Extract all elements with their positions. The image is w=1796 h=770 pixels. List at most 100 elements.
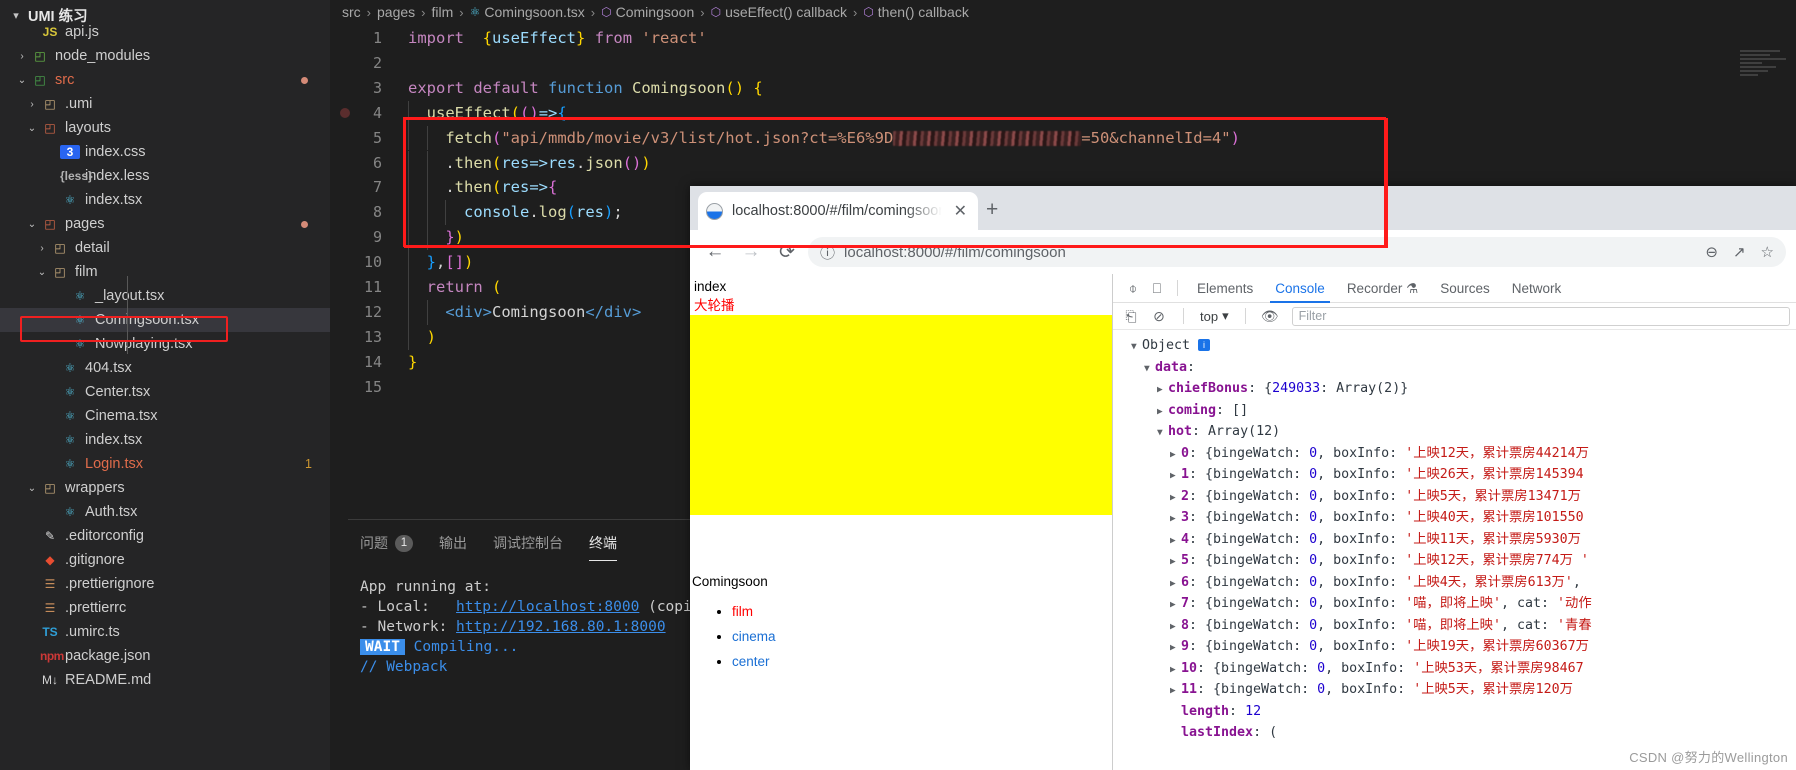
- console-row[interactable]: ▶ 8: {bingeWatch: 0, boxInfo: '喵，即将上映', c…: [1113, 615, 1796, 637]
- panel-tab-终端[interactable]: 终端: [589, 533, 617, 561]
- expand-collapse-down-icon[interactable]: ▼: [1144, 358, 1155, 380]
- console-row[interactable]: ▶ coming: []: [1113, 400, 1796, 422]
- breakpoint-dot[interactable]: [340, 108, 350, 118]
- console-row[interactable]: length: 12: [1113, 701, 1796, 723]
- bookmark-star-icon[interactable]: ☆: [1761, 243, 1774, 261]
- sidebar-item-cinema-tsx[interactable]: ⚛ Cinema.tsx: [0, 404, 330, 428]
- sidebar-item-404-tsx[interactable]: ⚛ 404.tsx: [0, 356, 330, 380]
- console-row[interactable]: ▶ 2: {bingeWatch: 0, boxInfo: '上映5天，累计票房1…: [1113, 486, 1796, 508]
- code-line[interactable]: <div>Comingsoon</div>: [408, 300, 641, 325]
- minimap[interactable]: [1734, 48, 1796, 88]
- console-row[interactable]: ▼ Object i: [1113, 335, 1796, 357]
- code-line[interactable]: .then(res=>{: [408, 175, 557, 200]
- expand-collapse-right-icon[interactable]: ▶: [1170, 551, 1181, 573]
- browser-tab[interactable]: localhost:8000/#/film/comingsoon ✕: [698, 192, 978, 230]
- sidebar-item-center-tsx[interactable]: ⚛ Center.tsx: [0, 380, 330, 404]
- sidebar-item-src[interactable]: ⌄ ◰ src: [0, 68, 330, 92]
- chrome-browser-window[interactable]: localhost:8000/#/film/comingsoon ✕ + ← →…: [690, 186, 1796, 770]
- live-expression-eye-icon[interactable]: 👁: [1258, 308, 1282, 325]
- page-link-list[interactable]: film cinema center: [712, 594, 776, 679]
- code-line[interactable]: export default function Comingsoon() {: [408, 76, 763, 101]
- sidebar-item-pages[interactable]: ⌄ ◰ pages: [0, 212, 330, 236]
- chevron-right-icon[interactable]: ›: [34, 243, 50, 254]
- sidebar-item-prettierrc[interactable]: ☰ .prettierrc: [0, 596, 330, 620]
- devtools-tab-network[interactable]: Network: [1501, 274, 1573, 303]
- expand-collapse-right-icon[interactable]: ▶: [1170, 508, 1181, 530]
- sidebar-item-gitignore[interactable]: ◆ .gitignore: [0, 548, 330, 572]
- devtools-tab-sources[interactable]: Sources: [1429, 274, 1501, 303]
- devtools-tab-console[interactable]: Console: [1264, 274, 1336, 303]
- chevron-right-icon[interactable]: ›: [14, 51, 30, 62]
- share-icon[interactable]: ↗: [1733, 243, 1746, 261]
- forward-button[interactable]: →: [736, 241, 766, 263]
- device-toolbar-icon[interactable]: ⎕: [1145, 280, 1169, 297]
- sidebar-item-comingsoon-tsx[interactable]: ⚛ Comingsoon.tsx: [0, 308, 330, 332]
- sidebar-item-index-css[interactable]: 3 index.css: [0, 140, 330, 164]
- expand-collapse-right-icon[interactable]: ▶: [1170, 465, 1181, 487]
- new-tab-button[interactable]: +: [986, 199, 998, 220]
- info-icon[interactable]: ⓘ: [820, 242, 835, 263]
- info-icon[interactable]: i: [1198, 339, 1211, 351]
- sidebar-item-layout-tsx[interactable]: ⚛ _layout.tsx: [0, 284, 330, 308]
- console-row[interactable]: ▶ 3: {bingeWatch: 0, boxInfo: '上映40天，累计票房…: [1113, 507, 1796, 529]
- breadcrumb-item[interactable]: ⬡ then() callback: [863, 4, 969, 20]
- breadcrumb-item[interactable]: src: [342, 4, 361, 20]
- expand-collapse-right-icon[interactable]: ▶: [1157, 401, 1168, 423]
- sidebar-item-api-js[interactable]: JS api.js: [0, 20, 330, 44]
- sidebar-item-node-modules[interactable]: › ◰ node_modules: [0, 44, 330, 68]
- chevron-down-icon[interactable]: ⌄: [14, 75, 30, 86]
- sidebar-item-nowplaying-tsx[interactable]: ⚛ Nowplaying.tsx: [0, 332, 330, 356]
- code-line[interactable]: console.log(res);: [408, 200, 623, 225]
- code-line[interactable]: fetch("api/mmdb/movie/v3/list/hot.json?c…: [408, 126, 1240, 151]
- console-row[interactable]: ▶ 10: {bingeWatch: 0, boxInfo: '上映53天，累计票…: [1113, 658, 1796, 680]
- devtools-tab-elements[interactable]: Elements: [1186, 274, 1264, 303]
- terminal-network-url[interactable]: http://192.168.80.1:8000: [456, 619, 666, 635]
- sidebar-item-package-json[interactable]: npm package.json: [0, 644, 330, 668]
- expand-collapse-right-icon[interactable]: ▶: [1157, 379, 1168, 401]
- code-line[interactable]: import {useEffect} from 'react': [408, 26, 707, 51]
- clear-console-icon[interactable]: ⊘: [1147, 308, 1171, 325]
- execution-context-selector[interactable]: top ▾: [1196, 308, 1233, 324]
- code-line[interactable]: ): [408, 325, 436, 350]
- sidebar-item-detail[interactable]: › ◰ detail: [0, 236, 330, 260]
- console-sidebar-icon[interactable]: ⎗: [1119, 308, 1143, 325]
- page-link-center[interactable]: center: [732, 654, 770, 669]
- panel-tabs[interactable]: 问题 1 输出 调试控制台 终端: [360, 533, 617, 561]
- inspect-element-icon[interactable]: ⌽: [1121, 280, 1145, 297]
- expand-collapse-right-icon[interactable]: ▶: [1170, 487, 1181, 509]
- sidebar-item-wrappers[interactable]: ⌄ ◰ wrappers: [0, 476, 330, 500]
- expand-collapse-down-icon[interactable]: ▼: [1157, 422, 1168, 444]
- chevron-down-icon[interactable]: ⌄: [34, 267, 50, 278]
- reload-button[interactable]: ⟳: [772, 241, 802, 264]
- breadcrumb-item[interactable]: ⬡ useEffect() callback: [711, 4, 847, 20]
- panel-tab-问题[interactable]: 问题 1: [360, 533, 413, 561]
- chevron-down-icon[interactable]: ⌄: [24, 219, 40, 230]
- sidebar-item-layouts[interactable]: ⌄ ◰ layouts: [0, 116, 330, 140]
- devtools-tab-recorder[interactable]: Recorder ⚗: [1336, 274, 1429, 303]
- sidebar-item-index-tsx[interactable]: ⚛ index.tsx: [0, 428, 330, 452]
- panel-tab-输出[interactable]: 输出: [439, 533, 467, 561]
- console-row[interactable]: ▶ 9: {bingeWatch: 0, boxInfo: '上映19天，累计票房…: [1113, 636, 1796, 658]
- sidebar-item-login-tsx[interactable]: ⚛ Login.tsx 1: [0, 452, 330, 476]
- expand-collapse-right-icon[interactable]: ▶: [1170, 616, 1181, 638]
- console-output[interactable]: ▼ Object i ▼ data: ▶ chiefBonus: {249033: Arr…: [1113, 330, 1796, 770]
- code-line[interactable]: },[]): [408, 250, 474, 275]
- console-row[interactable]: ▶ 4: {bingeWatch: 0, boxInfo: '上映11天，累计票房…: [1113, 529, 1796, 551]
- chevron-right-icon[interactable]: ›: [24, 99, 40, 110]
- expand-collapse-down-icon[interactable]: ▼: [1131, 336, 1142, 358]
- breadcrumb-item[interactable]: ⚛ Comingsoon.tsx: [470, 4, 585, 20]
- sidebar-item-readme-md[interactable]: M↓ README.md: [0, 668, 330, 692]
- devtools-panel[interactable]: ⌽ ⎕ Elements Console Recorder ⚗ Sources Netw…: [1112, 274, 1796, 770]
- code-line[interactable]: }: [408, 350, 417, 375]
- breadcrumb-item[interactable]: ⬡ Comingsoon: [601, 4, 694, 20]
- sidebar-item-umi[interactable]: › ◰ .umi: [0, 92, 330, 116]
- sidebar-item-film[interactable]: ⌄ ◰ film: [0, 260, 330, 284]
- chevron-down-icon[interactable]: ⌄: [24, 123, 40, 134]
- page-link-film[interactable]: film: [732, 604, 753, 619]
- console-row[interactable]: ▶ 1: {bingeWatch: 0, boxInfo: '上映26天，累计票房…: [1113, 464, 1796, 486]
- console-row[interactable]: ▼ data:: [1113, 357, 1796, 379]
- panel-tab-调试控制台[interactable]: 调试控制台: [493, 533, 563, 561]
- console-row[interactable]: ▶ 0: {bingeWatch: 0, boxInfo: '上映12天，累计票房…: [1113, 443, 1796, 465]
- expand-collapse-right-icon[interactable]: ▶: [1170, 444, 1181, 466]
- console-row[interactable]: lastIndex: (: [1113, 722, 1796, 744]
